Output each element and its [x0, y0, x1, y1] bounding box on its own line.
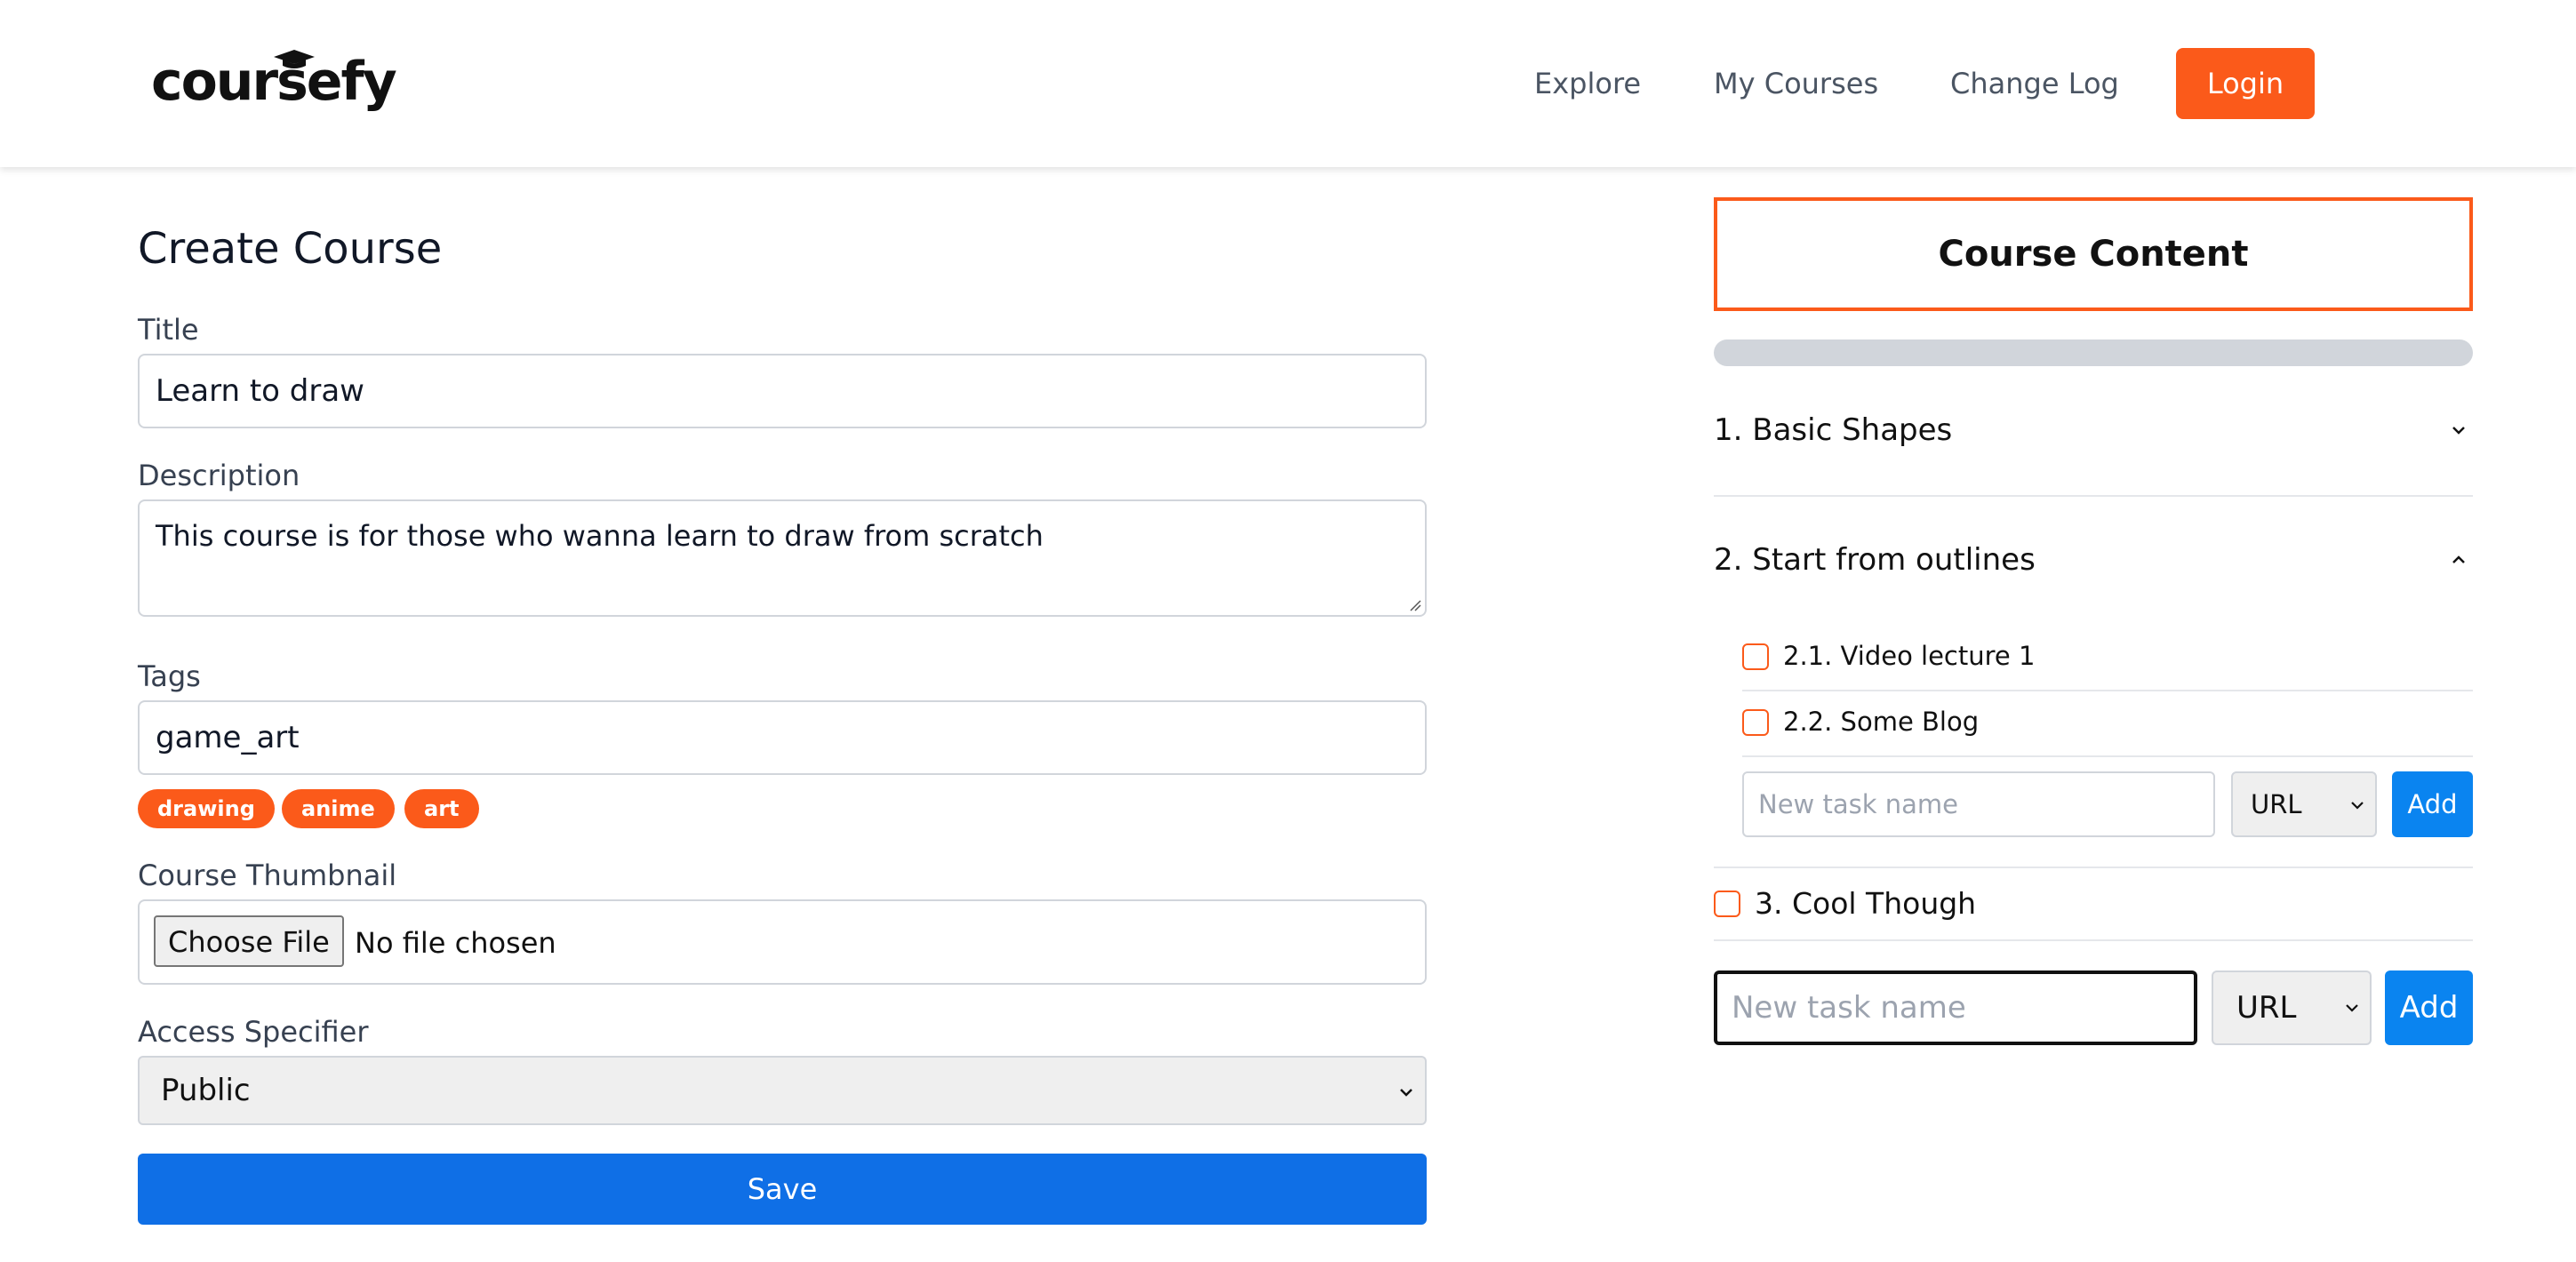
- page-title: Create Course: [138, 224, 443, 274]
- chevron-up-icon[interactable]: [2448, 549, 2469, 571]
- title-label: Title: [138, 313, 199, 347]
- section-header[interactable]: 1. Basic Shapes: [1714, 403, 2473, 457]
- description-textarea[interactable]: This course is for those who wanna learn…: [138, 499, 1427, 617]
- description-label: Description: [138, 459, 300, 492]
- top-navbar: coursefy Explore My Courses Change Log L…: [0, 0, 2576, 167]
- task-type-value: URL: [2251, 789, 2302, 819]
- nav-explore[interactable]: Explore: [1534, 60, 1641, 107]
- new-task-placeholder: New task name: [1732, 990, 1966, 1026]
- title-input-value: Learn to draw: [156, 373, 364, 409]
- task-type-select[interactable]: URL: [2231, 771, 2377, 837]
- task-type-value: URL: [2236, 990, 2297, 1026]
- divider: [1714, 867, 2473, 868]
- login-button[interactable]: Login: [2176, 48, 2315, 119]
- brand-logo[interactable]: coursefy: [151, 46, 397, 117]
- divider: [1714, 495, 2473, 497]
- tag-pill[interactable]: art: [404, 789, 479, 828]
- section-checkbox[interactable]: [1714, 891, 1740, 917]
- thumbnail-file-input[interactable]: Choose File No file chosen: [138, 899, 1427, 985]
- chevron-down-icon: [2351, 802, 2364, 810]
- tag-pill[interactable]: drawing: [138, 789, 275, 828]
- choose-file-button[interactable]: Choose File: [154, 915, 344, 967]
- section-title: 1. Basic Shapes: [1714, 412, 1953, 448]
- section-title: 2. Start from outlines: [1714, 542, 2036, 578]
- divider: [1742, 690, 2473, 691]
- save-button[interactable]: Save: [138, 1154, 1427, 1225]
- tags-input-value: game_art: [156, 720, 300, 755]
- new-task-input[interactable]: New task name: [1742, 771, 2215, 837]
- access-select[interactable]: Public: [138, 1056, 1427, 1125]
- file-status: No file chosen: [355, 926, 556, 960]
- add-task-button[interactable]: Add: [2392, 771, 2473, 837]
- task-checkbox[interactable]: [1742, 643, 1769, 670]
- tag-pill[interactable]: anime: [282, 789, 395, 828]
- task-checkbox[interactable]: [1742, 709, 1769, 736]
- progress-bar: [1714, 339, 2473, 366]
- nav-change-log[interactable]: Change Log: [1950, 60, 2119, 107]
- tags-label: Tags: [138, 659, 201, 693]
- access-select-value: Public: [161, 1073, 251, 1108]
- section-header[interactable]: 2. Start from outlines: [1714, 533, 2473, 587]
- description-value: This course is for those who wanna learn…: [156, 519, 1044, 553]
- chevron-down-icon: [1400, 1089, 1412, 1097]
- chevron-down-icon[interactable]: [2448, 419, 2469, 441]
- nav-my-courses[interactable]: My Courses: [1714, 60, 1878, 107]
- new-task-placeholder: New task name: [1758, 789, 1958, 819]
- chevron-down-icon: [2346, 1004, 2358, 1012]
- task-type-select[interactable]: URL: [2212, 970, 2372, 1045]
- divider: [1714, 939, 2473, 941]
- course-content-heading: Course Content: [1714, 197, 2473, 311]
- title-input[interactable]: Learn to draw: [138, 354, 1427, 428]
- task-label: 2.2. Some Blog: [1783, 707, 1980, 737]
- new-task-input[interactable]: New task name: [1714, 970, 2197, 1045]
- graduation-cap-icon: [274, 50, 315, 68]
- add-task-button[interactable]: Add: [2385, 970, 2473, 1045]
- task-label: 2.1. Video lecture 1: [1783, 641, 2036, 671]
- access-label: Access Specifier: [138, 1015, 369, 1049]
- section-title: 3. Cool Though: [1755, 886, 1977, 921]
- resize-grip-icon[interactable]: [1409, 599, 1421, 611]
- tags-input[interactable]: game_art: [138, 700, 1427, 775]
- divider: [1742, 755, 2473, 757]
- thumbnail-label: Course Thumbnail: [138, 859, 397, 892]
